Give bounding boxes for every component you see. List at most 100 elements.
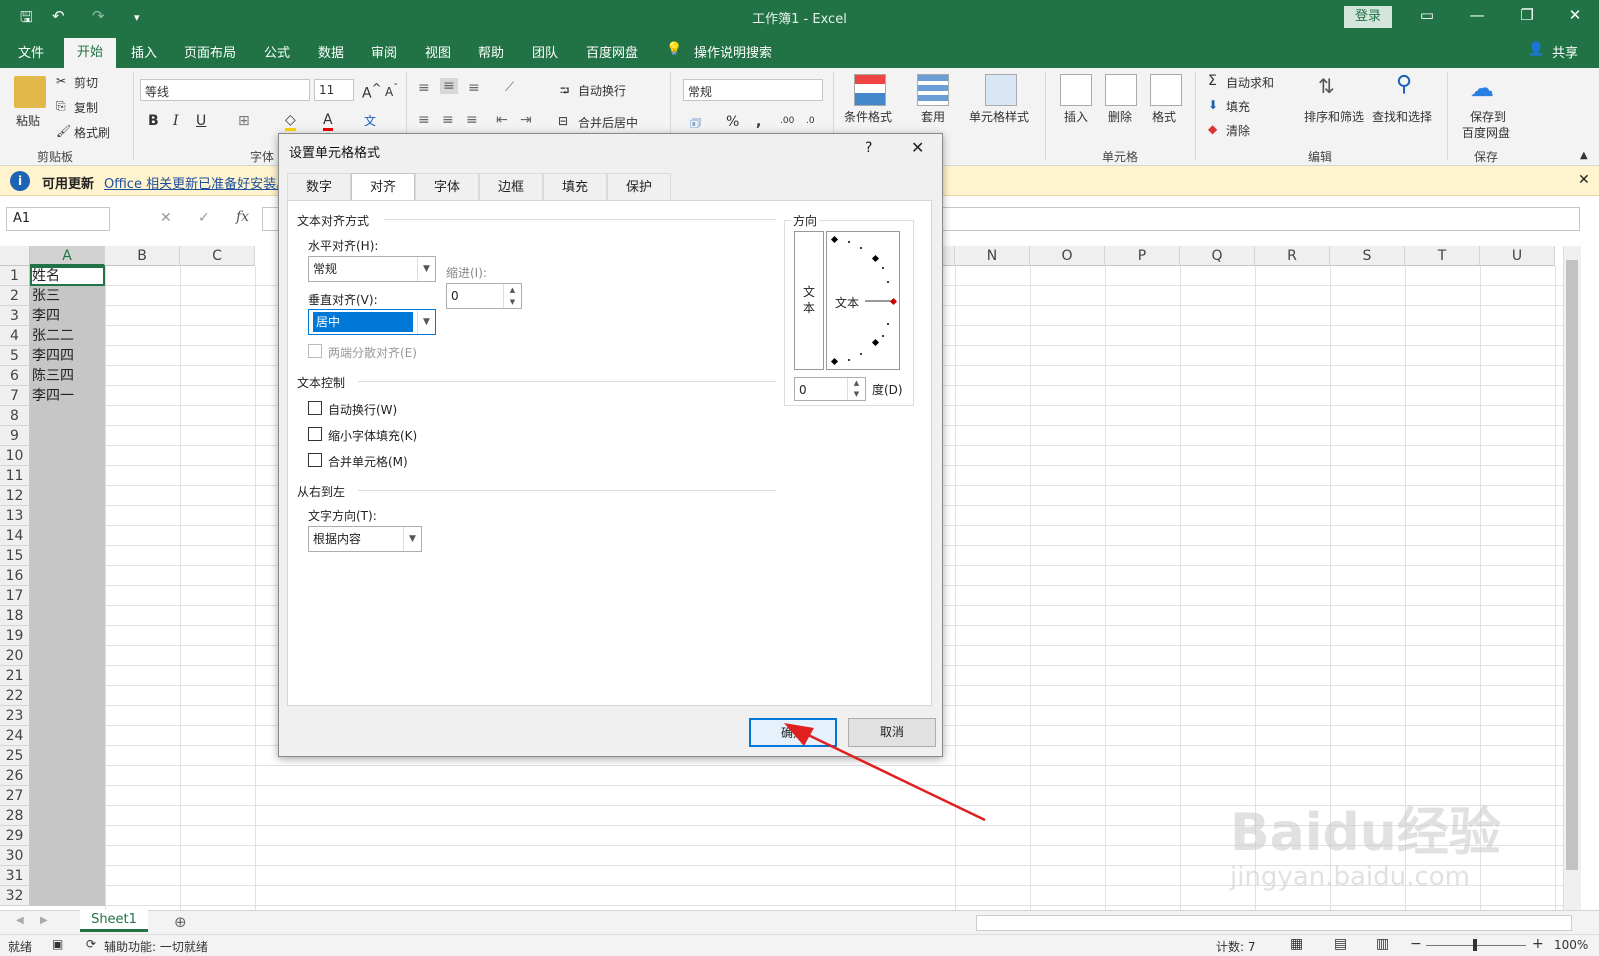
row-header[interactable]: 5 xyxy=(0,346,30,366)
row-header[interactable]: 19 xyxy=(0,626,30,646)
find-select-button[interactable]: 查找和选择 xyxy=(1372,108,1432,125)
font-name-box[interactable]: 等线 xyxy=(140,79,310,101)
row-header[interactable]: 13 xyxy=(0,506,30,526)
cell-styles-button[interactable]: 单元格样式 xyxy=(969,108,1029,125)
align-center-icon[interactable]: ≡ xyxy=(442,112,454,128)
row-header[interactable]: 2 xyxy=(0,286,30,306)
align-right-icon[interactable]: ≡ xyxy=(466,112,478,128)
close-icon[interactable]: ✕ xyxy=(911,138,924,157)
vertical-align-select[interactable]: 居中 ▼ xyxy=(308,309,436,335)
increase-indent-icon[interactable]: ⇥ xyxy=(520,112,532,128)
save-to-pan-label2[interactable]: 百度网盘 xyxy=(1462,124,1510,141)
close-notification-icon[interactable]: ✕ xyxy=(1578,172,1590,188)
merge-center-button[interactable]: 合并后居中 xyxy=(578,114,638,131)
spinner-icon[interactable]: ▲ ▼ xyxy=(847,378,865,400)
row-header[interactable]: 27 xyxy=(0,786,30,806)
increase-decimal-icon[interactable]: .00 xyxy=(780,116,794,126)
insert-function-icon[interactable]: fx xyxy=(236,209,249,225)
tab-alignment[interactable]: 对齐 xyxy=(351,173,415,201)
row-header[interactable]: 29 xyxy=(0,826,30,846)
sort-filter-button[interactable]: 排序和筛选 xyxy=(1304,108,1364,125)
row-header[interactable]: 26 xyxy=(0,766,30,786)
horizontal-align-select[interactable]: 常规 ▼ xyxy=(308,256,436,282)
conditional-format-icon[interactable] xyxy=(854,74,886,106)
cell[interactable]: 李四 xyxy=(30,306,105,326)
help-icon[interactable]: ? xyxy=(865,140,872,156)
cancel-entry-icon[interactable]: ✕ xyxy=(160,210,172,226)
tab-baidu-pan[interactable]: 百度网盘 xyxy=(586,42,638,61)
cell[interactable]: 姓名 xyxy=(30,266,105,286)
column-header[interactable]: C xyxy=(180,246,255,266)
row-header[interactable]: 14 xyxy=(0,526,30,546)
format-as-table-icon[interactable] xyxy=(917,74,949,106)
merge-cells-checkbox[interactable] xyxy=(308,453,322,467)
column-header[interactable]: S xyxy=(1330,246,1405,266)
share-button[interactable]: 共享 xyxy=(1552,42,1578,61)
name-box[interactable]: A1 xyxy=(6,207,110,231)
paste-icon[interactable] xyxy=(14,76,46,108)
zoom-level[interactable]: 100% xyxy=(1554,938,1588,952)
font-color-icon[interactable]: A xyxy=(323,112,333,131)
ribbon-display-icon[interactable]: ▭ xyxy=(1412,6,1442,24)
align-top-icon[interactable]: ≡ xyxy=(418,80,430,96)
column-header[interactable]: O xyxy=(1030,246,1105,266)
minimize-icon[interactable]: — xyxy=(1462,6,1492,24)
justify-distributed-checkbox[interactable] xyxy=(308,344,322,358)
orientation-dial[interactable]: 文本 xyxy=(826,231,900,370)
tab-home[interactable]: 开始 xyxy=(64,38,116,68)
delete-cells-icon[interactable] xyxy=(1105,74,1137,106)
percent-icon[interactable]: % xyxy=(726,114,739,130)
zoom-out-icon[interactable]: − xyxy=(1410,936,1422,952)
tell-me-search[interactable]: 操作说明搜索 xyxy=(694,42,772,61)
decrease-indent-icon[interactable]: ⇤ xyxy=(496,112,508,128)
column-header[interactable]: T xyxy=(1405,246,1480,266)
sort-filter-icon[interactable]: ⇅ xyxy=(1318,74,1335,98)
cell[interactable]: 张二二 xyxy=(30,326,105,346)
text-direction-select[interactable]: 根据内容 ▼ xyxy=(308,526,422,552)
clear-button[interactable]: 清除 xyxy=(1226,122,1250,139)
column-header[interactable]: R xyxy=(1255,246,1330,266)
page-break-view-icon[interactable]: ▥ xyxy=(1376,936,1389,952)
sheet-tab[interactable]: Sheet1 xyxy=(80,910,148,932)
macro-record-icon[interactable]: ▣ xyxy=(52,937,63,951)
cell[interactable]: 陈三四 xyxy=(30,366,105,386)
tab-team[interactable]: 团队 xyxy=(532,42,558,61)
conditional-format-button[interactable]: 条件格式 xyxy=(844,108,892,125)
tab-data[interactable]: 数据 xyxy=(318,42,344,61)
font-size-box[interactable]: 11 xyxy=(314,79,354,101)
row-header[interactable]: 17 xyxy=(0,586,30,606)
bold-icon[interactable]: B xyxy=(148,113,159,129)
align-middle-icon[interactable]: ≡ xyxy=(440,78,458,94)
row-header[interactable]: 30 xyxy=(0,846,30,866)
row-header[interactable]: 12 xyxy=(0,486,30,506)
shrink-font-icon[interactable]: Aˇ xyxy=(385,83,398,99)
tab-font[interactable]: 字体 xyxy=(415,173,479,200)
column-header[interactable]: P xyxy=(1105,246,1180,266)
row-header[interactable]: 23 xyxy=(0,706,30,726)
wrap-text-button[interactable]: 自动换行 xyxy=(578,82,626,99)
notification-link[interactable]: Office 相关更新已准备好安装。 xyxy=(104,173,289,192)
login-button[interactable]: 登录 xyxy=(1344,6,1392,28)
cut-button[interactable]: 剪切 xyxy=(74,74,98,91)
italic-icon[interactable]: I xyxy=(173,113,179,129)
fill-button[interactable]: 填充 xyxy=(1226,98,1250,115)
column-header[interactable]: B xyxy=(105,246,180,266)
accounting-icon[interactable]: 🗊 xyxy=(690,114,701,135)
spinner-icon[interactable]: ▲ ▼ xyxy=(503,284,521,308)
row-header[interactable]: 32 xyxy=(0,886,30,906)
align-left-icon[interactable]: ≡ xyxy=(418,112,430,128)
tab-view[interactable]: 视图 xyxy=(425,42,451,61)
borders-icon[interactable]: ⊞ xyxy=(238,113,250,129)
row-header[interactable]: 9 xyxy=(0,426,30,446)
row-header[interactable]: 21 xyxy=(0,666,30,686)
row-header[interactable]: 24 xyxy=(0,726,30,746)
orientation-icon[interactable]: ⟋ xyxy=(505,80,514,95)
row-header[interactable]: 31 xyxy=(0,866,30,886)
tab-border[interactable]: 边框 xyxy=(479,173,543,200)
row-header[interactable]: 16 xyxy=(0,566,30,586)
zoom-slider-thumb[interactable] xyxy=(1473,939,1477,951)
close-icon[interactable]: ✕ xyxy=(1560,6,1590,24)
zoom-in-icon[interactable]: + xyxy=(1532,936,1544,952)
row-header[interactable]: 28 xyxy=(0,806,30,826)
row-header[interactable]: 25 xyxy=(0,746,30,766)
